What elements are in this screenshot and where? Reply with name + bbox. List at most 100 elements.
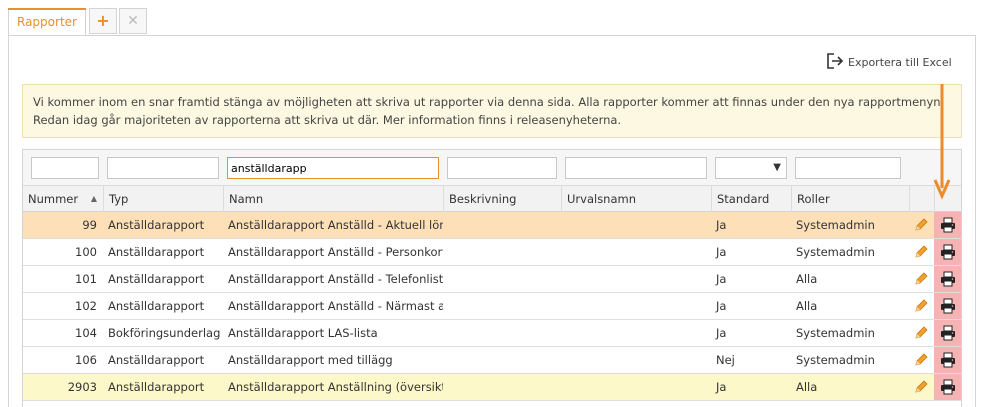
print-icon[interactable] — [934, 266, 961, 292]
cell-roller: Alla — [796, 380, 818, 394]
edit-pencil-icon[interactable] — [909, 347, 933, 373]
cell-urvalsnamn — [561, 293, 711, 319]
print-icon[interactable] — [934, 347, 961, 373]
cell-beskrivning — [443, 212, 561, 238]
cell-beskrivning — [443, 320, 561, 346]
edit-pencil-icon[interactable] — [909, 320, 933, 346]
cell-namn: Anställdarapport Anställd - Aktuell lön — [228, 218, 443, 232]
cell-namn: Anställdarapport Anställd - Närmast anhö… — [228, 299, 443, 313]
header-urvalsnamn[interactable]: Urvalsnamn — [561, 186, 711, 212]
header-standard-label: Standard — [717, 192, 770, 206]
cell-nummer: 104 — [75, 326, 97, 340]
cell-namn: Anställdarapport med tillägg — [228, 353, 393, 367]
edit-pencil-icon[interactable] — [909, 374, 933, 400]
table-row[interactable]: 100 Anställdarapport Anställdarapport Anst… — [23, 239, 961, 266]
header-nummer[interactable]: Nummer ▲ — [23, 186, 103, 212]
filter-urvalsnamn[interactable] — [565, 157, 707, 179]
cell-namn: Anställdarapport Anställd - Telefonlista — [228, 272, 443, 286]
filter-typ[interactable] — [107, 157, 219, 179]
table-row[interactable]: 104 Bokföringsunderlag Anställdarapport LA… — [23, 320, 961, 347]
header-roller-label: Roller — [797, 192, 830, 206]
filter-roller[interactable] — [795, 157, 901, 179]
sort-ascending-icon: ▲ — [90, 194, 97, 203]
export-excel-button[interactable]: Exportera till Excel — [826, 52, 952, 71]
notice-text: Vi kommer inom en snar framtid stänga av… — [33, 95, 945, 127]
cell-typ: Anställdarapport — [108, 353, 205, 367]
cell-typ: Anställdarapport — [108, 299, 205, 313]
cell-namn: Anställdarapport Anställd - Personkort — [228, 245, 443, 259]
cell-namn: Anställdarapport LAS-lista — [228, 326, 378, 340]
cell-standard: Ja — [716, 326, 727, 340]
cell-beskrivning — [443, 239, 561, 265]
cell-roller: Systemadmin — [796, 326, 875, 340]
edit-pencil-icon[interactable] — [909, 266, 933, 292]
table-row[interactable]: 102 Anställdarapport Anställdarapport Anst… — [23, 293, 961, 320]
cell-beskrivning — [443, 347, 561, 373]
cell-typ: Anställdarapport — [108, 380, 205, 394]
filter-row: ▼ — [23, 150, 961, 186]
header-nummer-label: Nummer — [28, 192, 79, 206]
header-row: Nummer ▲ Typ Namn Beskrivning Urvalsnamn… — [23, 186, 961, 212]
edit-pencil-icon[interactable] — [909, 293, 933, 319]
cell-urvalsnamn — [561, 320, 711, 346]
cell-typ: Bokföringsunderlag — [108, 326, 221, 340]
print-icon[interactable] — [934, 320, 961, 346]
cell-urvalsnamn — [561, 239, 711, 265]
edit-pencil-icon[interactable] — [909, 212, 933, 238]
cell-urvalsnamn — [561, 347, 711, 373]
cell-nummer: 2903 — [67, 380, 97, 394]
table-row[interactable]: 2903 Anställdarapport Anställdarapport Ans… — [23, 374, 961, 401]
filter-beskrivning[interactable] — [447, 157, 557, 179]
header-roller[interactable]: Roller — [791, 186, 909, 212]
cell-standard: Ja — [716, 299, 727, 313]
header-typ[interactable]: Typ — [103, 186, 223, 212]
filter-standard-select[interactable]: ▼ — [715, 157, 787, 179]
header-print — [934, 186, 961, 212]
cell-nummer: 106 — [75, 353, 97, 367]
cell-nummer: 101 — [75, 272, 97, 286]
header-beskrivning[interactable]: Beskrivning — [443, 186, 561, 212]
filter-nummer[interactable] — [31, 157, 99, 179]
filter-namn[interactable] — [227, 157, 439, 179]
cell-typ: Anställdarapport — [108, 272, 205, 286]
header-standard[interactable]: Standard — [711, 186, 791, 212]
tab-strip: Rapporter + ✕ — [0, 0, 984, 36]
table-body: 99 Anställdarapport Anställdarapport Anstä… — [23, 212, 961, 401]
print-icon[interactable] — [934, 212, 961, 238]
cell-standard: Ja — [716, 245, 727, 259]
table-row[interactable]: 106 Anställdarapport Anställdarapport med … — [23, 347, 961, 374]
edit-pencil-icon[interactable] — [909, 239, 933, 265]
cell-standard: Ja — [716, 380, 727, 394]
cell-urvalsnamn — [561, 374, 711, 400]
header-beskrivning-label: Beskrivning — [449, 192, 517, 206]
cell-typ: Anställdarapport — [108, 218, 205, 232]
cell-urvalsnamn — [561, 212, 711, 238]
print-icon[interactable] — [934, 239, 961, 265]
chevron-down-icon: ▼ — [773, 162, 781, 173]
cell-roller: Systemadmin — [796, 353, 875, 367]
cell-roller: Alla — [796, 272, 818, 286]
print-icon[interactable] — [934, 293, 961, 319]
header-edit — [909, 186, 934, 212]
cell-nummer: 100 — [75, 245, 97, 259]
cell-typ: Anställdarapport — [108, 245, 205, 259]
cell-urvalsnamn — [561, 266, 711, 292]
table-row[interactable]: 101 Anställdarapport Anställdarapport Anst… — [23, 266, 961, 293]
cell-standard: Ja — [716, 218, 727, 232]
cell-roller: Alla — [796, 299, 818, 313]
close-tab-button[interactable]: ✕ — [119, 8, 147, 34]
cell-namn: Anställdarapport Anställning (översikt) — [228, 380, 443, 394]
cell-beskrivning — [443, 293, 561, 319]
table-row[interactable]: 99 Anställdarapport Anställdarapport Anstä… — [23, 212, 961, 239]
tab-rapporter[interactable]: Rapporter — [8, 8, 86, 36]
header-namn-label: Namn — [229, 192, 264, 206]
header-urvalsnamn-label: Urvalsnamn — [567, 192, 637, 206]
cell-beskrivning — [443, 266, 561, 292]
header-namn[interactable]: Namn — [223, 186, 443, 212]
reports-grid: ▼ Nummer ▲ Typ Namn Beskrivning Urvalsna… — [22, 149, 962, 407]
add-tab-button[interactable]: + — [89, 8, 117, 34]
cell-nummer: 102 — [75, 299, 97, 313]
cell-nummer: 99 — [82, 218, 97, 232]
export-label: Exportera till Excel — [848, 55, 952, 69]
print-icon[interactable] — [934, 374, 961, 400]
